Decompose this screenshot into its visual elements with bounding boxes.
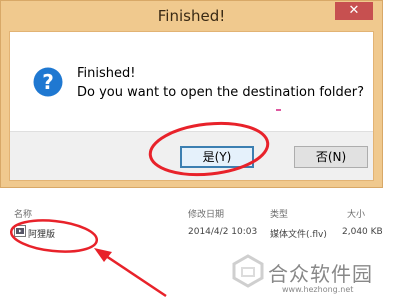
watermark-text: 合众软件园 xyxy=(268,262,373,286)
message-line-2: Do you want to open the destination fold… xyxy=(77,85,365,100)
annotation-arrow-head xyxy=(94,248,112,262)
file-row[interactable]: 阿狸版 2014/4/2 10:03 媒体文件(.flv) 2,040 KB xyxy=(12,224,394,240)
svg-text:?: ? xyxy=(42,70,54,94)
no-button[interactable]: 否(N) xyxy=(294,146,368,168)
column-header-name[interactable]: 名称 xyxy=(14,207,32,220)
file-modified: 2014/4/2 10:03 xyxy=(188,227,258,237)
column-header-modified[interactable]: 修改日期 xyxy=(188,207,224,220)
file-type: 媒体文件(.flv) xyxy=(270,230,327,240)
close-button[interactable]: ✕ xyxy=(335,2,373,20)
annotation-arrow-shaft xyxy=(99,250,167,298)
file-size: 2,040 KB xyxy=(342,227,383,237)
column-header-type[interactable]: 类型 xyxy=(270,207,288,220)
column-header-size[interactable]: 大小 xyxy=(347,207,365,220)
question-icon: ? xyxy=(33,67,63,97)
dialog-title: Finished! xyxy=(157,7,226,25)
yes-button[interactable]: 是(Y) xyxy=(180,146,254,168)
watermark-url: www.hezhong.net xyxy=(282,285,354,294)
video-file-icon xyxy=(14,225,26,237)
dialog-body: ? Finished! Do you want to open the dest… xyxy=(9,31,374,181)
file-name: 阿狸版 xyxy=(28,230,56,240)
dialog-window: Finished! ✕ ? Finished! Do you want to o… xyxy=(0,0,383,188)
watermark-logo-icon xyxy=(232,254,264,288)
message-line-1: Finished! xyxy=(77,66,136,81)
title-bar[interactable]: Finished! ✕ xyxy=(1,1,382,31)
